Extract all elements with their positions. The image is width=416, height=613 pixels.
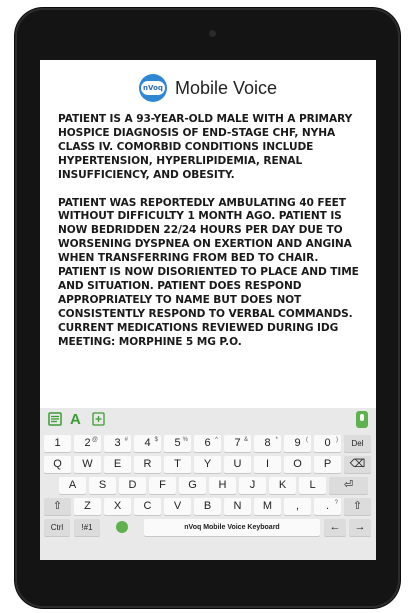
space-bar[interactable]: nVoq Mobile Voice Keyboard — [144, 519, 320, 536]
key-m[interactable]: M — [254, 498, 281, 515]
key-g[interactable]: G — [179, 477, 206, 494]
arrow-right-key[interactable]: → — [349, 519, 371, 536]
key-w[interactable]: W — [74, 456, 101, 473]
keyboard-row-numbers: 1 2 @3 #4 $5% 6 ^ 7 & 8 * 9(0) Del — [40, 434, 376, 453]
app-header: nVoq Mobile Voice — [40, 72, 376, 104]
key-a[interactable]: A — [59, 477, 86, 494]
mic-icon[interactable] — [356, 411, 368, 428]
key-5[interactable]: 5% — [164, 435, 191, 452]
key-v[interactable]: V — [164, 498, 191, 515]
key-2[interactable]: 2 @ — [74, 435, 101, 452]
key-i[interactable]: I — [254, 456, 281, 473]
ctrl-key[interactable]: Ctrl — [44, 519, 70, 536]
transcript-paragraph: PATIENT WAS REPORTEDLY AMBULATING 40 FEE… — [58, 196, 359, 348]
transcript-text[interactable]: PATIENT IS A 93-YEAR-OLD MALE WITH A PRI… — [58, 113, 368, 364]
key-6[interactable]: 6 ^ — [194, 435, 221, 452]
key-y[interactable]: Y — [194, 456, 221, 473]
key-e[interactable]: E — [104, 456, 131, 473]
keyboard-row-function: Ctrl !#1 nVoq Mobile Voice Keyboard ← → — [40, 518, 376, 537]
key-h[interactable]: H — [209, 477, 236, 494]
keyboard: A 1 2 @3 #4 $5% 6 ^ 7 & 8 * 9(0) Del Q W E R T Y U I O P ⌫ ASD… — [40, 408, 376, 560]
key-comma[interactable]: , — [284, 498, 311, 515]
keyboard-row-qwerty: Q W E R T Y U I O P ⌫ — [40, 455, 376, 474]
key-7[interactable]: 7 & — [224, 435, 251, 452]
key-s[interactable]: S — [89, 477, 116, 494]
symbols-key[interactable]: !#1 — [74, 519, 100, 536]
app-title: Mobile Voice — [174, 77, 278, 98]
notes-icon[interactable] — [48, 412, 62, 428]
key-c[interactable]: C — [134, 498, 161, 515]
key-f[interactable]: F — [149, 477, 176, 494]
nvoq-logo-icon: nVoq — [138, 74, 167, 102]
key-t[interactable]: T — [164, 456, 191, 473]
key-4[interactable]: 4 $ — [134, 435, 161, 452]
shift-left-key[interactable]: ⇧ — [44, 498, 71, 515]
key-l[interactable]: L — [299, 477, 326, 494]
keyboard-toolbar: A — [40, 408, 376, 432]
add-icon[interactable] — [92, 412, 105, 428]
key-n[interactable]: N — [224, 498, 251, 515]
key-o[interactable]: O — [284, 456, 311, 473]
key-d[interactable]: D — [119, 477, 146, 494]
key-1[interactable]: 1 — [44, 435, 71, 452]
key-k[interactable]: K — [269, 477, 296, 494]
key-r[interactable]: R — [134, 456, 161, 473]
key-u[interactable]: U — [224, 456, 251, 473]
key-period[interactable]: .? — [314, 498, 341, 515]
enter-key[interactable]: ⏎ — [329, 477, 368, 494]
arrow-left-key[interactable]: ← — [324, 519, 346, 536]
key-z[interactable]: Z — [74, 498, 101, 515]
keyboard-row-home: A S D F G H J K L ⏎ — [40, 476, 376, 495]
key-8[interactable]: 8 * — [254, 435, 281, 452]
front-camera — [209, 30, 216, 37]
backspace-key[interactable]: ⌫ — [344, 456, 371, 473]
key-j[interactable]: J — [239, 477, 266, 494]
key-9[interactable]: 9( — [284, 435, 311, 452]
delete-key[interactable]: Del — [344, 435, 371, 452]
text-format-icon[interactable]: A — [70, 412, 81, 428]
key-3[interactable]: 3 # — [104, 435, 131, 452]
key-0[interactable]: 0) — [314, 435, 341, 452]
key-x[interactable]: X — [104, 498, 131, 515]
transcript-paragraph: PATIENT IS A 93-YEAR-OLD MALE WITH A PRI… — [58, 113, 353, 181]
shift-right-key[interactable]: ⇧ — [344, 498, 371, 515]
keyboard-row-bottom: ⇧ Z X C V B N M,.? ⇧ — [40, 497, 376, 516]
key-b[interactable]: B — [194, 498, 221, 515]
key-p[interactable]: P — [314, 456, 341, 473]
mic-key-icon[interactable] — [116, 521, 128, 533]
key-q[interactable]: Q — [44, 456, 71, 473]
app-screen: nVoq Mobile Voice PATIENT IS A 93-YEAR-O… — [40, 60, 376, 560]
